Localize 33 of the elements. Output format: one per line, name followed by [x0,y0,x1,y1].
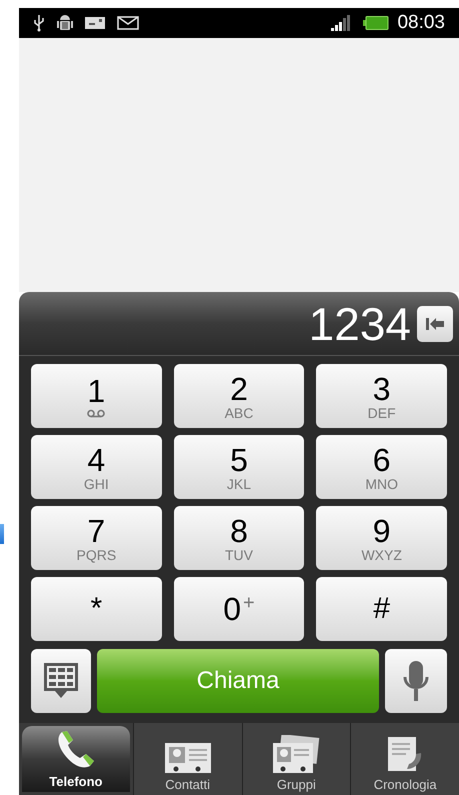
voicemail-icon [86,408,106,418]
dial-key[interactable]: 3 DEF [316,364,447,428]
backspace-icon [425,316,445,330]
dial-key[interactable]: 1 [31,364,162,428]
keyboard-icon [43,662,79,700]
dial-key[interactable]: 8 TUV [174,506,304,570]
dial-key[interactable]: # [316,577,447,641]
android-icon [57,13,73,33]
bottom-tab[interactable]: Gruppi [242,723,350,795]
signal-icon [331,15,352,31]
dial-key[interactable]: * [31,577,162,641]
bottom-tab[interactable]: Telefono [22,726,130,792]
backspace-button[interactable] [417,306,453,342]
dial-key[interactable]: 0+ [174,577,304,641]
dial-key[interactable]: 4 GHI [31,435,162,499]
keyboard-button[interactable] [31,649,91,713]
battery-icon [363,16,390,30]
mail-icon [117,16,139,30]
dial-key[interactable]: 6 MNO [316,435,447,499]
dial-key[interactable]: 2 ABC [174,364,304,428]
bottom-tab[interactable]: Cronologia [350,723,459,795]
usb-icon [33,14,45,32]
dial-key[interactable]: 5 JKL [174,435,304,499]
voicemail-message-icon [85,16,105,30]
dial-key[interactable]: 7 PQRS [31,506,162,570]
contact-cards-icon [272,734,320,774]
dialed-number: 1234 [308,300,411,346]
bottom-tab[interactable]: Contatti [132,723,242,795]
edge-mark [0,524,4,544]
dial-key[interactable]: 9 WXYZ [316,506,447,570]
microphone-icon [403,659,429,703]
status-time: 08:03 [397,10,445,35]
voice-button[interactable] [385,649,447,713]
